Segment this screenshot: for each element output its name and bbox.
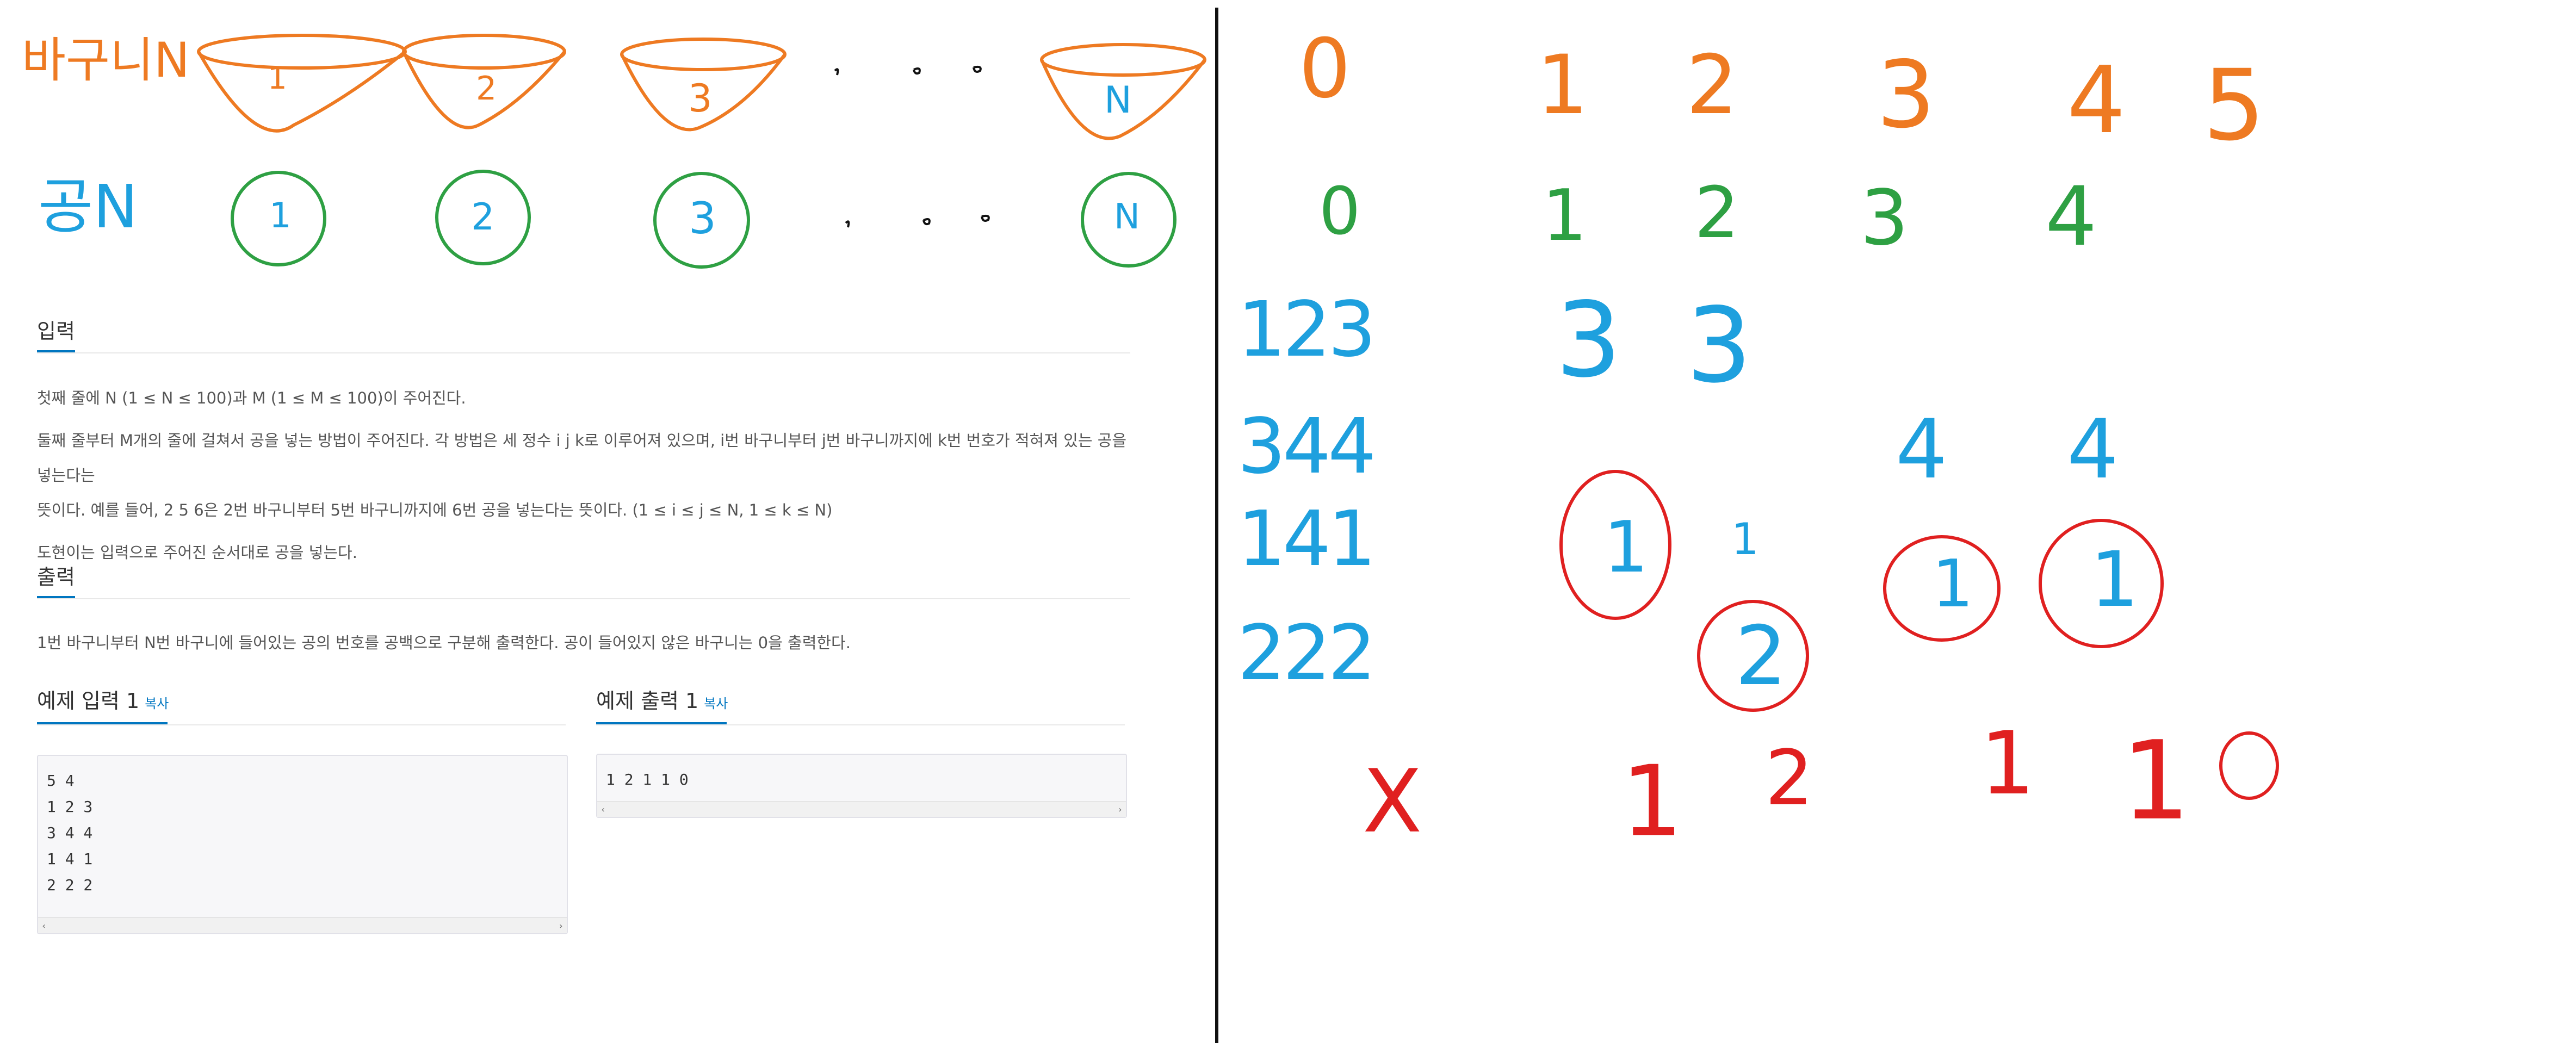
scratch-canvas: 0 1 2 3 4 5 0 1 2 3 4 123 344 141 222 3 …	[1218, 0, 2576, 1043]
input-section-title: 입력	[37, 319, 75, 343]
result-value-3: 1	[1980, 712, 2035, 814]
scroll-right-arrow[interactable]: ›	[558, 921, 564, 931]
sample-input-content: 5 4 1 2 3 3 4 4 1 4 1 2 2 2	[47, 772, 93, 894]
scroll-left-arrow[interactable]: ‹	[600, 804, 606, 815]
input-description: 첫째 줄에 N (1 ≤ N ≤ 100)과 M (1 ≤ M ≤ 100)이 …	[37, 381, 1136, 570]
sample-input-title: 예제 입력 1 복사	[37, 684, 169, 714]
result-x: X	[1363, 750, 1422, 852]
result-value-4: 1	[2121, 718, 2191, 845]
orange-digit-3: 3	[1877, 41, 1936, 149]
green-digit-0: 0	[1319, 174, 1361, 250]
orange-digit-4: 4	[2067, 47, 2126, 154]
orange-digit-1: 1	[1537, 38, 1589, 133]
scroll-left-arrow[interactable]: ‹	[41, 921, 47, 931]
sample-output-scrollbar[interactable]: ‹ ›	[597, 801, 1126, 817]
orange-digit-0: 0	[1299, 22, 1351, 116]
row1-value-1: 3	[1556, 280, 1621, 400]
output-section-rule	[37, 598, 1130, 599]
sample-input-underline	[37, 722, 168, 724]
problem-panel: 바구니N 공N 1 2 3 N 1 2 3 N 입력 첫째 줄에 N (1 ≤ …	[0, 0, 1216, 1043]
green-digit-3: 3	[1860, 174, 1909, 263]
input-section-rule	[37, 352, 1130, 353]
row2-value-1: 4	[1896, 402, 1948, 497]
op-1: 123	[1237, 285, 1376, 374]
row4-value: 2	[1735, 609, 1787, 704]
input-line-1: 첫째 줄에 N (1 ≤ N ≤ 100)과 M (1 ≤ M ≤ 100)이 …	[37, 389, 466, 407]
diagram-shapes	[197, 34, 1206, 269]
output-section-title: 출력	[37, 565, 75, 589]
input-line-2: 둘째 줄부터 M개의 줄에 걸쳐서 공을 넣는 방법이 주어진다. 각 방법은 …	[37, 431, 1127, 485]
orange-digit-2: 2	[1686, 38, 1738, 133]
ellipsis-dots-row1	[834, 65, 982, 76]
output-line-1: 1번 바구니부터 N번 바구니에 들어있는 공의 번호를 공백으로 구분해 출력…	[37, 634, 851, 652]
sample-input-title-text: 예제 입력 1	[37, 689, 140, 713]
scratch-shapes	[1559, 470, 2279, 800]
row1-value-2: 3	[1686, 285, 1752, 406]
basket-number-1: 1	[268, 61, 287, 96]
row3-value-1: 1	[1603, 506, 1649, 588]
basket-1	[197, 34, 407, 133]
op-3: 141	[1237, 495, 1376, 583]
ball-number-n: N	[1114, 197, 1140, 237]
ball-number-1: 1	[269, 196, 292, 236]
sample-input-rule	[37, 724, 566, 725]
sample-input-copy-button[interactable]: 복사	[145, 696, 169, 711]
result-value-2: 2	[1765, 734, 1814, 823]
sample-output-rule	[596, 724, 1125, 725]
sample-input-scrollbar[interactable]: ‹ ›	[38, 917, 567, 933]
ellipsis-dots-row2	[845, 214, 990, 228]
green-digit-2: 2	[1694, 171, 1739, 254]
green-digit-4: 4	[2045, 170, 2097, 264]
sample-output-title: 예제 출력 1 복사	[596, 684, 728, 714]
basket-number-n: N	[1104, 79, 1132, 122]
row3-small-value: 1	[1731, 514, 1759, 564]
sample-output-content: 1 2 1 1 0	[606, 771, 689, 789]
basket-number-2: 2	[476, 70, 497, 108]
result-value-1: 1	[1621, 745, 1683, 859]
op-2: 344	[1237, 402, 1376, 491]
output-description: 1번 바구니부터 N번 바구니에 들어있는 공의 번호를 공백으로 구분해 출력…	[37, 625, 1136, 660]
basket-ball-diagram: 바구니N 공N 1 2 3 N 1 2 3 N	[0, 0, 1216, 283]
input-line-3: 뜻이다. 예를 들어, 2 5 6은 2번 바구니부터 5번 바구니까지에 6번…	[37, 501, 833, 519]
input-line-4: 도현이는 입력으로 주어진 순서대로 공을 넣는다.	[37, 543, 357, 562]
op-4: 222	[1237, 609, 1376, 698]
sample-output-box[interactable]: 1 2 1 1 0 ‹ ›	[596, 754, 1127, 818]
row3-value-2: 1	[1932, 547, 1974, 622]
sample-output-title-text: 예제 출력 1	[596, 689, 699, 713]
scroll-right-arrow[interactable]: ›	[1117, 804, 1123, 815]
output-title-underline	[37, 596, 75, 598]
ball-number-2: 2	[471, 196, 495, 239]
basket-number-3: 3	[688, 76, 713, 121]
sample-output-copy-button[interactable]: 복사	[704, 696, 728, 711]
sample-output-underline	[596, 722, 727, 724]
row2-value-2: 4	[2067, 402, 2119, 497]
sample-input-box[interactable]: 5 4 1 2 3 3 4 4 1 4 1 2 2 2 ‹ ›	[37, 755, 568, 934]
input-title-underline	[37, 350, 75, 352]
green-digit-1: 1	[1542, 174, 1587, 257]
row3-value-3: 1	[2090, 536, 2139, 624]
orange-digit-5: 5	[2203, 49, 2265, 163]
ball-number-3: 3	[689, 193, 716, 244]
